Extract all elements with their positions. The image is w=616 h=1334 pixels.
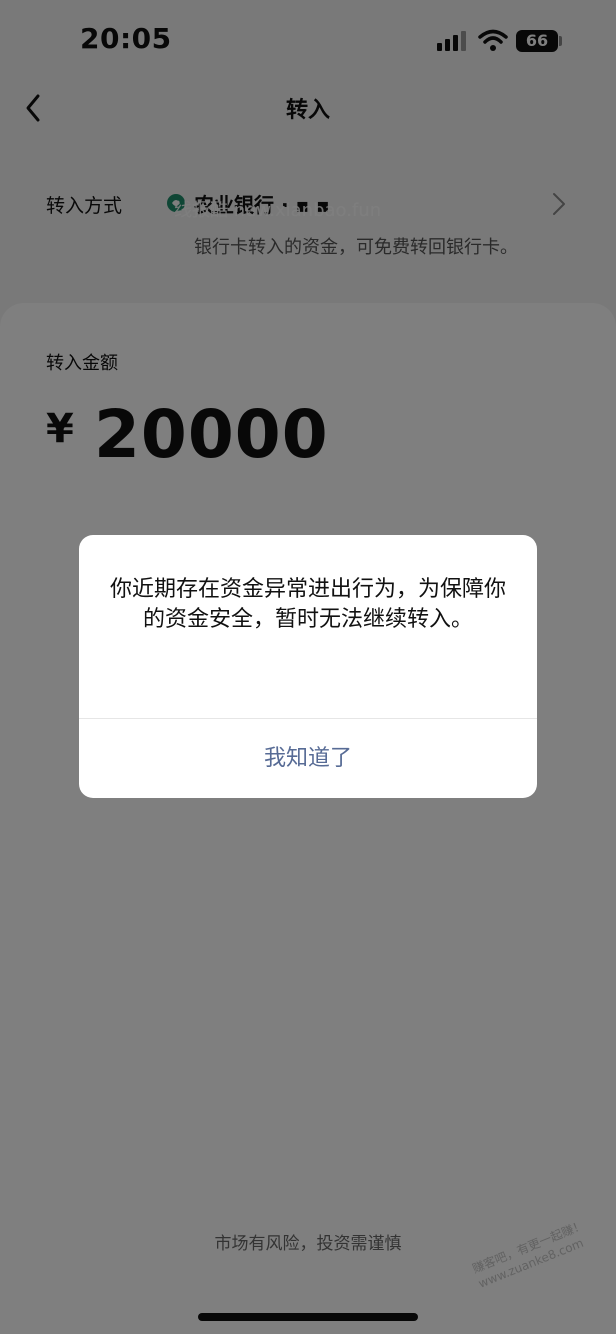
acknowledge-button[interactable]: 我知道了 bbox=[79, 719, 537, 798]
transfer-in-screen: 20:05 66 转入 转入方式 农业银行 · ▪ ▪ 线报酷 new.xian… bbox=[0, 0, 616, 1334]
alert-dialog: 你近期存在资金异常进出行为，为保障你的资金安全，暂时无法继续转入。 我知道了 bbox=[79, 535, 537, 798]
dialog-message: 你近期存在资金异常进出行为，为保障你的资金安全，暂时无法继续转入。 bbox=[109, 577, 506, 632]
